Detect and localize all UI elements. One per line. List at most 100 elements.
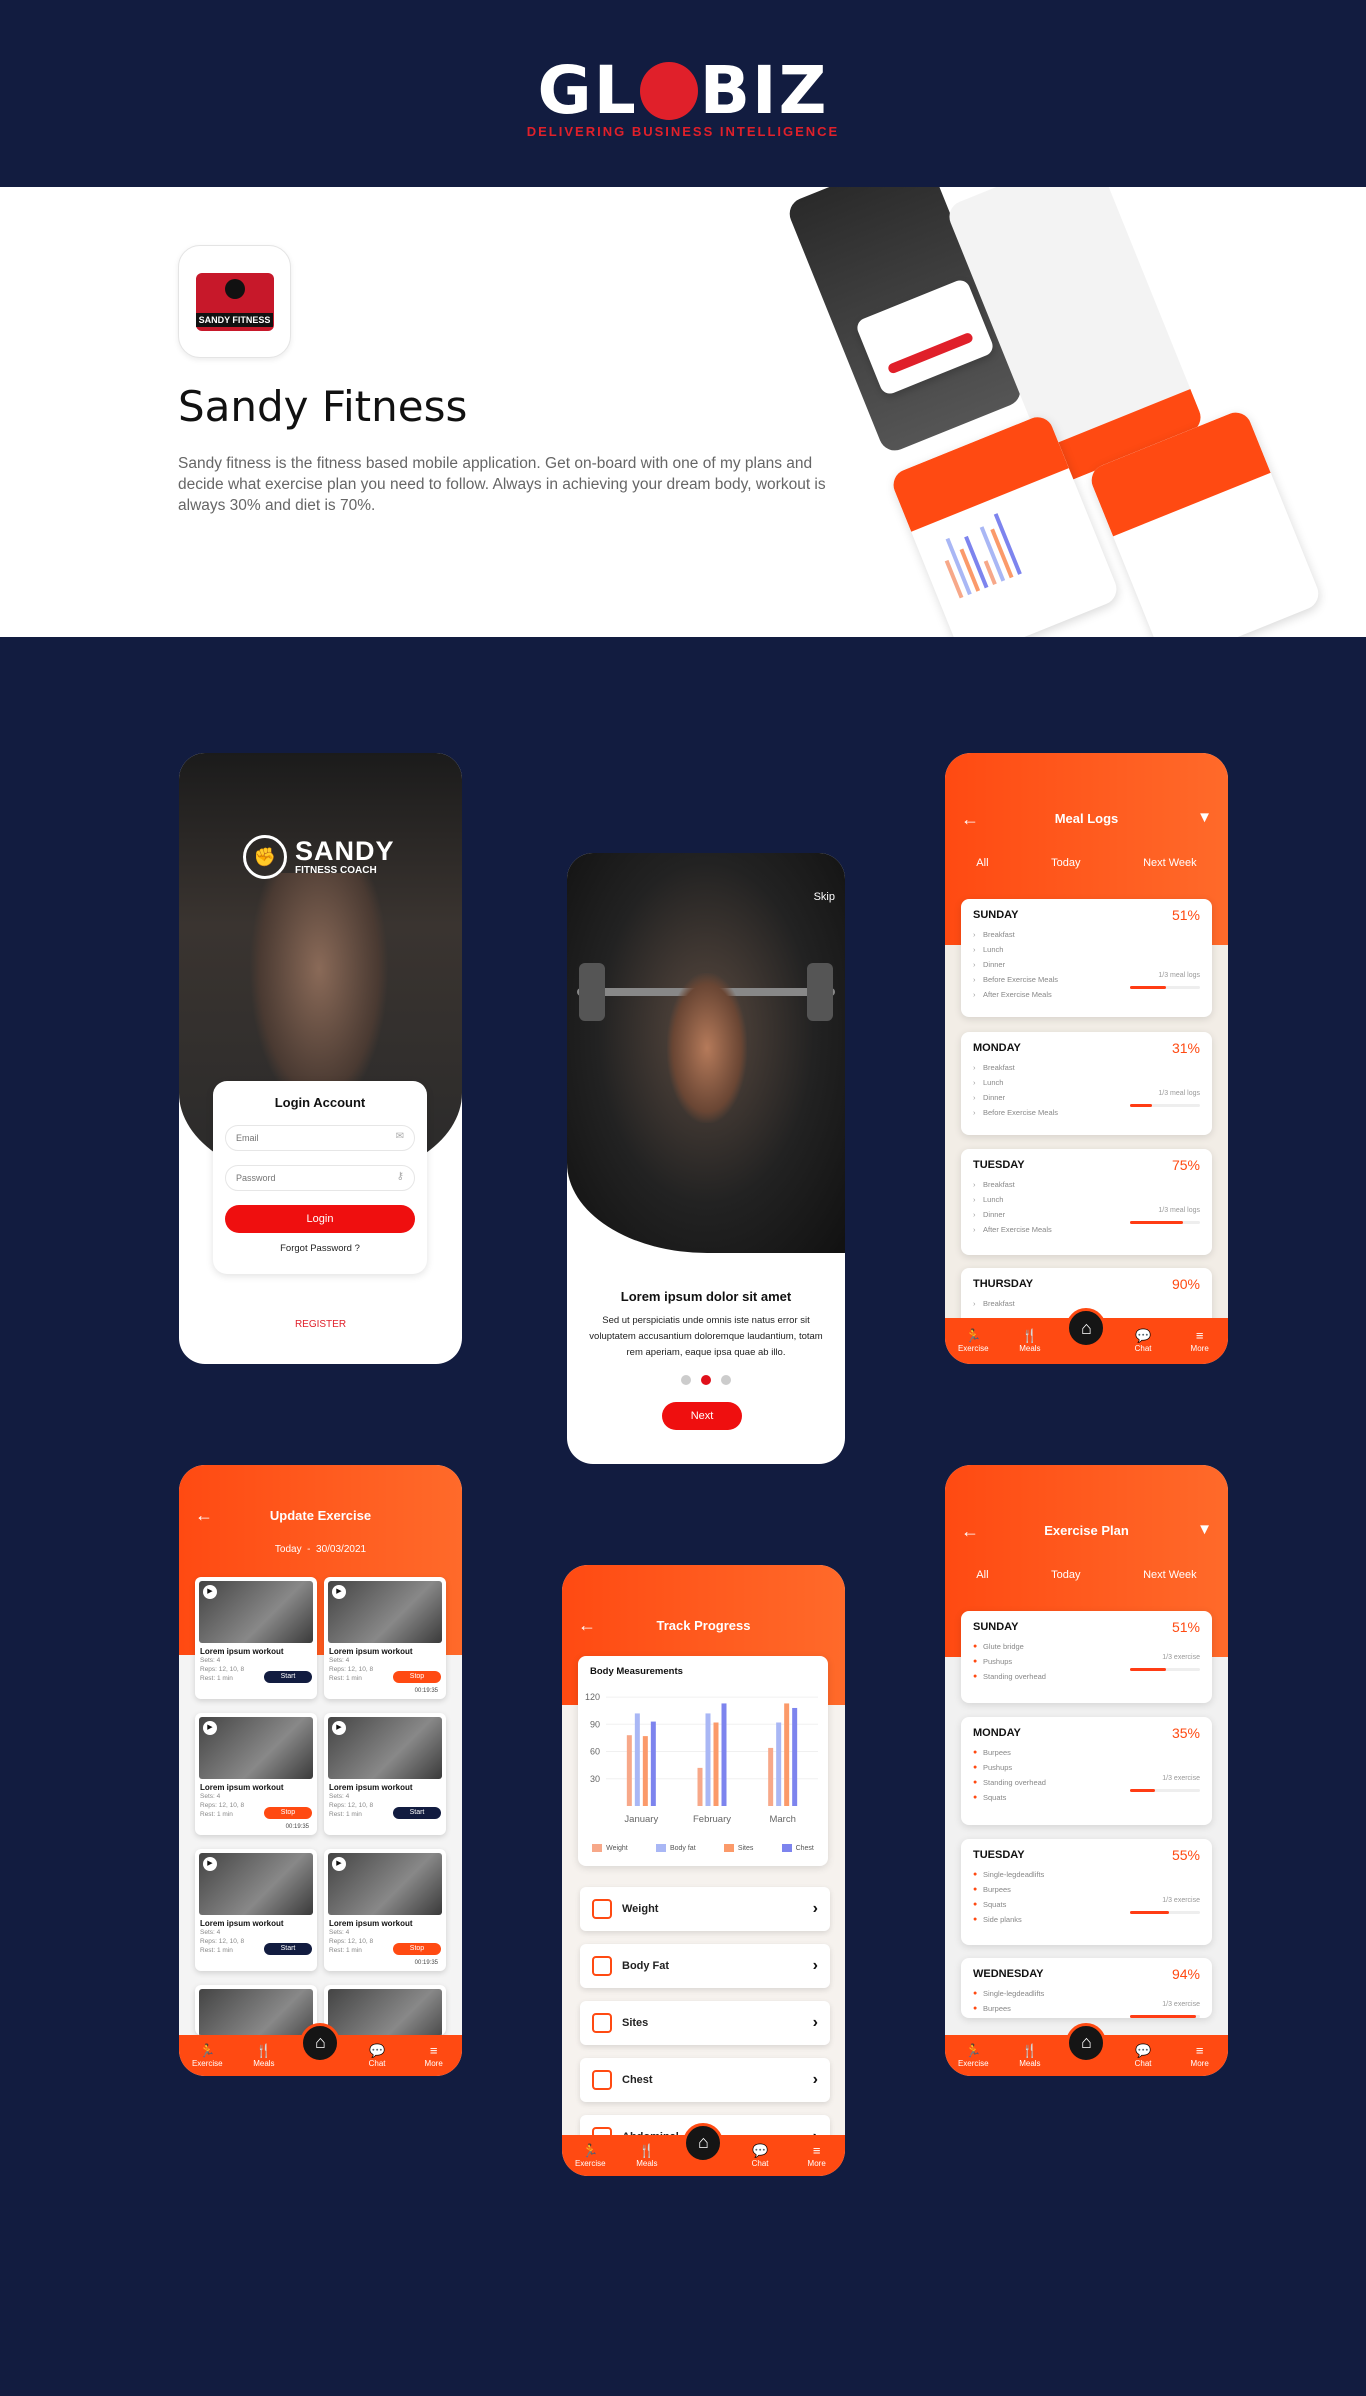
day-card[interactable]: TUESDAY 75% BreakfastLunchDinnerAfter Exer… [961, 1149, 1212, 1255]
day-card[interactable]: SUNDAY 51% BreakfastLunchDinnerBefore Exer… [961, 899, 1212, 1017]
pager-dot-active[interactable] [701, 1375, 711, 1385]
nav-more[interactable]: ≡ More [1180, 1329, 1220, 1353]
exercise-thumbnail[interactable]: ▶ [199, 1581, 313, 1643]
tab-all[interactable]: All [976, 1569, 988, 1581]
start-button[interactable]: Start [264, 1671, 312, 1683]
play-icon[interactable]: ▶ [203, 1585, 217, 1599]
start-button[interactable]: Start [393, 1807, 441, 1819]
play-icon[interactable]: ▶ [203, 1857, 217, 1871]
run-icon: 🏃 [965, 2042, 982, 2058]
stop-button[interactable]: Stop [264, 1807, 312, 1819]
exercise-card[interactable]: ▶ Lorem ipsum workout Sets: 4 Reps: 12, 10,… [195, 1713, 317, 1835]
exercise-card-partial[interactable] [324, 1985, 446, 2035]
home-button[interactable]: ⌂ [300, 2022, 341, 2063]
nav-chat[interactable]: 💬 Chat [357, 2044, 397, 2068]
exercise-thumbnail[interactable]: ▶ [328, 1717, 442, 1779]
filter-icon[interactable]: ▼ [1197, 1521, 1212, 1538]
play-icon[interactable]: ▶ [332, 1857, 346, 1871]
password-input[interactable] [226, 1166, 376, 1190]
chevron-right-icon: › [812, 1900, 818, 1917]
nav-meals[interactable]: 🍴 Meals [627, 2144, 667, 2168]
brand-line2: FITNESS COACH [295, 864, 377, 876]
nav-meals[interactable]: 🍴 Meals [244, 2044, 284, 2068]
play-icon[interactable]: ▶ [332, 1721, 346, 1735]
stop-button[interactable]: Stop [393, 1671, 441, 1683]
day-card[interactable]: WEDNESDAY 94% Single-legdeadliftsBurpees 1/… [961, 1958, 1212, 2018]
nav-chat[interactable]: 💬 Chat [1123, 1329, 1163, 1353]
tab-next-week[interactable]: Next Week [1143, 857, 1197, 869]
register-link[interactable]: REGISTER [179, 1319, 462, 1330]
measurement-item[interactable]: Weight › [580, 1887, 830, 1931]
nav-more[interactable]: ≡ More [1180, 2044, 1220, 2068]
pager-dot[interactable] [681, 1375, 691, 1385]
email-input[interactable] [226, 1126, 376, 1150]
measurement-label: Sites [622, 2017, 649, 2029]
day-card[interactable]: SUNDAY 51% Glute bridgePushupsStanding ove… [961, 1611, 1212, 1703]
measurement-icon [592, 2070, 612, 2090]
next-button[interactable]: Next [662, 1402, 742, 1430]
bar [776, 1722, 782, 1806]
play-icon[interactable]: ▶ [203, 1721, 217, 1735]
day-percent: 35% [1171, 1725, 1200, 1741]
nav-exercise[interactable]: 🏃 Exercise [187, 2044, 227, 2068]
measurement-label: Body Fat [622, 1960, 670, 1972]
play-icon[interactable]: ▶ [332, 1585, 346, 1599]
exercise-title: Lorem ipsum workout [329, 1783, 413, 1792]
nav-chat[interactable]: 💬 Chat [1123, 2044, 1163, 2068]
measurement-item[interactable]: Sites › [580, 2001, 830, 2045]
tab-today[interactable]: Today [1051, 1569, 1080, 1581]
nav-more-label: More [1190, 1344, 1209, 1353]
home-button[interactable]: ⌂ [683, 2122, 724, 2163]
pager-dot[interactable] [721, 1375, 731, 1385]
skip-button[interactable]: Skip [814, 891, 835, 903]
exercise-thumbnail[interactable]: ▶ [328, 1581, 442, 1643]
nav-more[interactable]: ≡ More [797, 2144, 837, 2168]
day-card[interactable]: MONDAY 31% BreakfastLunchDinnerBefore Exer… [961, 1032, 1212, 1135]
exercise-thumbnail[interactable]: ▶ [328, 1853, 442, 1915]
nav-more[interactable]: ≡ More [414, 2044, 454, 2068]
tab-next-week[interactable]: Next Week [1143, 1569, 1197, 1581]
email-field[interactable]: ✉ [225, 1125, 415, 1151]
mockup-collage [784, 187, 1366, 637]
nav-chat[interactable]: 💬 Chat [740, 2144, 780, 2168]
day-items: Breakfast [973, 1296, 1015, 1311]
home-button[interactable]: ⌂ [1066, 2022, 1107, 2063]
forgot-password-link[interactable]: Forgot Password ? [213, 1243, 427, 1254]
exercise-card[interactable]: ▶ Lorem ipsum workout Sets: 4 Reps: 12, 10,… [195, 1849, 317, 1971]
start-button[interactable]: Start [264, 1943, 312, 1955]
login-title: Login Account [274, 1095, 366, 1110]
x-tick-label: February [693, 1814, 731, 1825]
nav-exercise[interactable]: 🏃 Exercise [570, 2144, 610, 2168]
nav-exercise[interactable]: 🏃 Exercise [953, 1329, 993, 1353]
day-card[interactable]: MONDAY 35% BurpeesPushupsStanding overhead… [961, 1717, 1212, 1825]
exercise-timer: 00:19:35 [414, 1960, 438, 1966]
nav-exercise-label: Exercise [957, 1344, 989, 1353]
home-button[interactable]: ⌂ [1066, 1308, 1107, 1348]
exercise-card-partial[interactable] [195, 1985, 317, 2035]
nav-exercise[interactable]: 🏃 Exercise [953, 2044, 993, 2068]
day-item: Dinner [973, 957, 1058, 972]
exercise-card[interactable]: ▶ Lorem ipsum workout Sets: 4 Reps: 12, 10,… [195, 1577, 317, 1699]
login-button[interactable]: Login [225, 1205, 415, 1233]
filter-icon[interactable]: ▼ [1197, 809, 1212, 826]
day-card[interactable]: TUESDAY 55% Single-legdeadliftsBurpeesSqua… [961, 1839, 1212, 1945]
exercise-thumbnail[interactable]: ▶ [199, 1853, 313, 1915]
app-icon-text: SANDY FITNESS [195, 312, 274, 327]
exercise-card[interactable]: ▶ Lorem ipsum workout Sets: 4 Reps: 12, 10,… [324, 1713, 446, 1835]
measurement-item[interactable]: Chest › [580, 2058, 830, 2102]
tab-today[interactable]: Today [1051, 857, 1080, 869]
day-progress-bar [1130, 1911, 1200, 1914]
exercise-thumbnail[interactable]: ▶ [199, 1717, 313, 1779]
exercise-card[interactable]: ▶ Lorem ipsum workout Sets: 4 Reps: 12, 10,… [324, 1577, 446, 1699]
exercise-thumbnail[interactable] [328, 1989, 442, 2035]
bar [626, 1735, 632, 1806]
day-item: Single-legdeadlifts [973, 1867, 1044, 1882]
stop-button[interactable]: Stop [393, 1943, 441, 1955]
tab-all[interactable]: All [976, 857, 988, 869]
exercise-thumbnail[interactable] [199, 1989, 313, 2035]
nav-meals[interactable]: 🍴 Meals [1010, 2044, 1050, 2068]
measurement-item[interactable]: Body Fat › [580, 1944, 830, 1988]
exercise-card[interactable]: ▶ Lorem ipsum workout Sets: 4 Reps: 12, 10,… [324, 1849, 446, 1971]
password-field[interactable]: ⚷ [225, 1165, 415, 1191]
nav-meals[interactable]: 🍴 Meals [1010, 1329, 1050, 1353]
